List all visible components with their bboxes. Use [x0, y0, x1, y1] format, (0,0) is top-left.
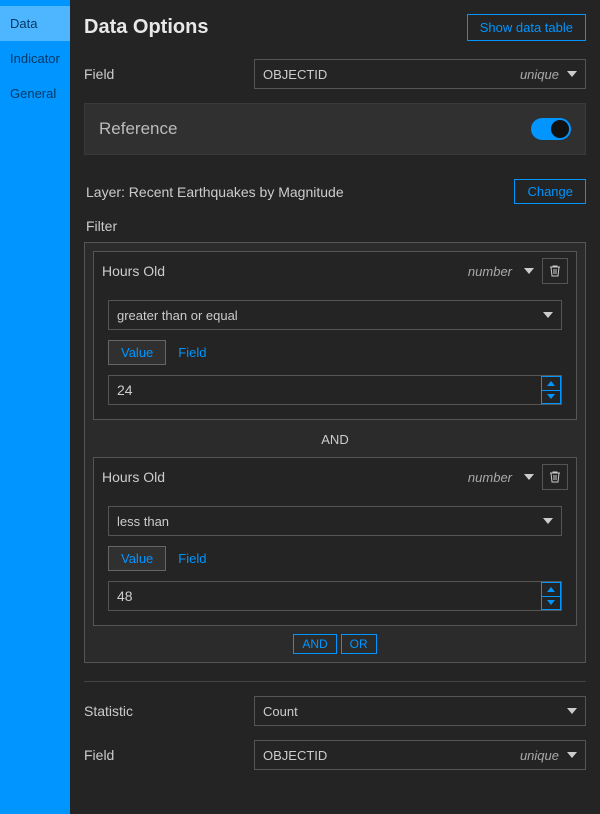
toggle-knob — [551, 120, 569, 138]
delete-expression-button[interactable] — [542, 464, 568, 490]
value-input[interactable] — [109, 582, 541, 610]
header: Data Options Show data table — [84, 14, 586, 41]
reference-card: Reference — [84, 103, 586, 155]
value-input[interactable] — [109, 376, 541, 404]
field-select-2[interactable]: OBJECTID unique — [254, 740, 586, 770]
spinner-up-button[interactable] — [542, 583, 560, 597]
field-select-2-value: OBJECTID — [263, 748, 327, 763]
chevron-down-icon — [567, 752, 577, 758]
filter-type-hint: number — [468, 264, 512, 279]
caret-down-icon — [547, 394, 555, 399]
and-separator: AND — [93, 428, 577, 457]
filter-expression: Hours Old number greater than or equal — [93, 251, 577, 420]
divider — [84, 681, 586, 682]
layer-row: Layer: Recent Earthquakes by Magnitude C… — [84, 165, 586, 208]
show-data-table-button[interactable]: Show data table — [467, 14, 586, 41]
value-input-row — [108, 581, 562, 611]
page-title: Data Options — [84, 16, 208, 39]
chevron-down-icon[interactable] — [524, 268, 534, 274]
operator-value: greater than or equal — [117, 308, 238, 323]
field-type-hint: unique — [520, 67, 559, 82]
sidebar-item-general[interactable]: General — [0, 76, 70, 111]
operator-select[interactable]: greater than or equal — [108, 300, 562, 330]
chevron-down-icon — [543, 518, 553, 524]
or-button[interactable]: OR — [341, 634, 377, 654]
filter-label: Filter — [86, 218, 586, 234]
statistic-select[interactable]: Count — [254, 696, 586, 726]
number-spinner — [541, 582, 561, 610]
value-field-tabs: Value Field — [108, 546, 562, 571]
chevron-down-icon — [543, 312, 553, 318]
field-label: Field — [84, 66, 254, 82]
spinner-down-button[interactable] — [542, 391, 560, 404]
main-panel: Data Options Show data table Field OBJEC… — [70, 0, 600, 814]
tab-value[interactable]: Value — [108, 546, 166, 571]
layer-label: Layer: Recent Earthquakes by Magnitude — [86, 184, 344, 200]
sidebar-item-indicator[interactable]: Indicator — [0, 41, 70, 76]
operator-select[interactable]: less than — [108, 506, 562, 536]
field-select[interactable]: OBJECTID unique — [254, 59, 586, 89]
logic-buttons: AND OR — [93, 634, 577, 654]
trash-icon — [548, 264, 562, 278]
value-field-tabs: Value Field — [108, 340, 562, 365]
field-row: Field OBJECTID unique — [84, 59, 586, 89]
caret-up-icon — [547, 587, 555, 592]
filter-type-hint: number — [468, 470, 512, 485]
tab-value[interactable]: Value — [108, 340, 166, 365]
number-spinner — [541, 376, 561, 404]
chevron-down-icon[interactable] — [524, 474, 534, 480]
field-select-value: OBJECTID — [263, 67, 327, 82]
chevron-down-icon — [567, 71, 577, 77]
field-label-2: Field — [84, 747, 254, 763]
statistic-select-value: Count — [263, 704, 298, 719]
reference-toggle[interactable] — [531, 118, 571, 140]
change-layer-button[interactable]: Change — [514, 179, 586, 204]
delete-expression-button[interactable] — [542, 258, 568, 284]
caret-down-icon — [547, 600, 555, 605]
filter-field-select[interactable]: Hours Old — [102, 263, 460, 279]
spinner-down-button[interactable] — [542, 597, 560, 610]
filter-head: Hours Old number — [94, 252, 576, 290]
reference-title: Reference — [99, 119, 177, 139]
operator-value: less than — [117, 514, 169, 529]
statistic-label: Statistic — [84, 703, 254, 719]
filter-field-select[interactable]: Hours Old — [102, 469, 460, 485]
spinner-up-button[interactable] — [542, 377, 560, 391]
chevron-down-icon — [567, 708, 577, 714]
and-button[interactable]: AND — [293, 634, 336, 654]
filter-head: Hours Old number — [94, 458, 576, 496]
trash-icon — [548, 470, 562, 484]
caret-up-icon — [547, 381, 555, 386]
field-row-2: Field OBJECTID unique — [84, 740, 586, 770]
tab-field[interactable]: Field — [166, 546, 218, 571]
field-type-hint-2: unique — [520, 748, 559, 763]
tab-field[interactable]: Field — [166, 340, 218, 365]
statistic-row: Statistic Count — [84, 696, 586, 726]
sidebar-item-data[interactable]: Data — [0, 6, 70, 41]
filter-box: Hours Old number greater than or equal — [84, 242, 586, 663]
sidebar: Data Indicator General — [0, 0, 70, 814]
value-input-row — [108, 375, 562, 405]
filter-expression: Hours Old number less than — [93, 457, 577, 626]
